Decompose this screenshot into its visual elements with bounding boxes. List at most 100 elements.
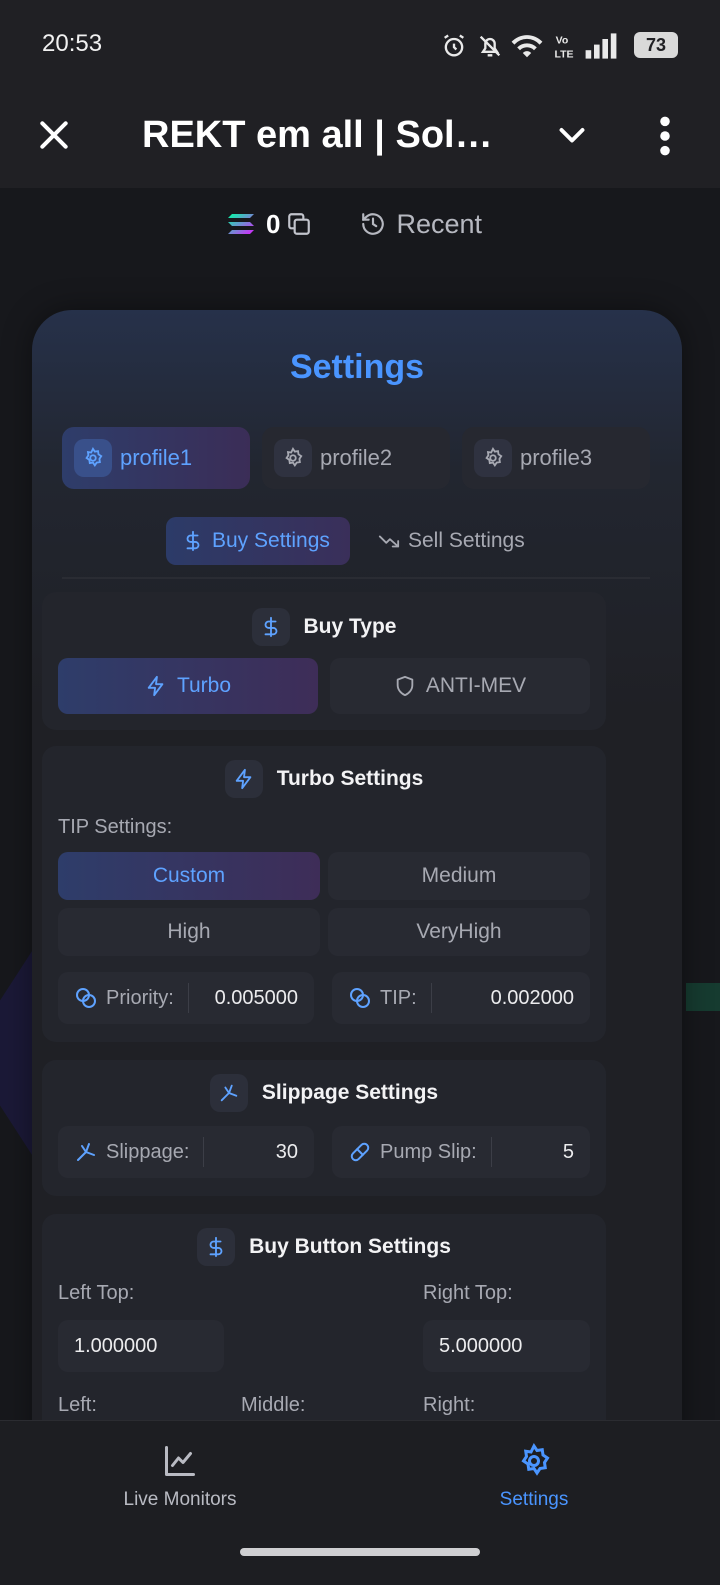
priority-value: 0.005000 (214, 986, 298, 1009)
left-top-input[interactable]: 1.000000 (58, 1320, 224, 1372)
app-bar: REKT em all | Sola... (0, 90, 720, 188)
shield-icon (396, 675, 414, 697)
alarm-icon (444, 34, 464, 57)
tip-option-high[interactable]: High (58, 908, 320, 956)
recent-button[interactable]: Recent (360, 209, 482, 240)
nav-label: Settings (499, 1489, 569, 1510)
nav-settings[interactable]: Settings (434, 1443, 634, 1511)
turbo-option[interactable]: Turbo (58, 658, 318, 714)
slippage-icon (220, 1084, 238, 1102)
tab-label: Buy Settings (212, 529, 330, 552)
battery-indicator: 73 (634, 32, 678, 58)
card-header: Buy Button Settings (42, 1228, 606, 1266)
buy-button-settings-card: Buy Button Settings Left Top: Right Top:… (42, 1214, 606, 1420)
wallet-balance: 0 (266, 208, 281, 239)
svg-text:LTE: LTE (555, 49, 574, 60)
tip-option-veryhigh[interactable]: VeryHigh (328, 908, 590, 956)
profile-tab-3[interactable]: profile3 (462, 427, 650, 489)
more-vertical-icon[interactable] (650, 114, 680, 158)
volte-icon: Vo LTE (555, 35, 574, 60)
profile-tab-2[interactable]: profile2 (262, 427, 450, 489)
gear-icon (285, 447, 303, 467)
left-top-label: Left Top: (58, 1282, 135, 1304)
pump-slip-field[interactable]: Pump Slip: 5 (332, 1126, 590, 1178)
background-decoration (686, 983, 720, 1011)
turbo-settings-card: Turbo Settings TIP Settings: Custom Medi… (42, 746, 606, 1042)
dollar-icon (209, 1236, 223, 1258)
pill-icon (350, 1142, 370, 1162)
tip-field-label: TIP: (380, 986, 417, 1009)
priority-label: Priority: (106, 986, 174, 1009)
card-title: Buy Button Settings (249, 1235, 451, 1258)
profile-tabs: profile1 profile2 profile3 (62, 427, 650, 489)
dollar-icon (264, 616, 277, 638)
card-title: Slippage Settings (261, 1081, 439, 1104)
right-top-label: Right Top: (423, 1282, 513, 1304)
status-time: 20:53 (42, 30, 103, 57)
card-title: Buy Type (303, 615, 397, 638)
recent-label: Recent (396, 208, 483, 239)
profile-tab-1[interactable]: profile1 (62, 427, 250, 489)
slippage-settings-card: Slippage Settings Slippage: 30 Pump Slip… (42, 1060, 606, 1196)
page-title: REKT em all | Sola... (142, 114, 502, 156)
tab-label: Sell Settings (408, 529, 525, 552)
profile-label: profile1 (120, 445, 193, 470)
priority-field[interactable]: Priority: 0.005000 (58, 972, 314, 1024)
gear-icon (521, 1443, 550, 1476)
content-area: 0 Recent Settings profile1 profile2 prof… (0, 188, 720, 1420)
nav-label: Live Monitors (123, 1489, 237, 1510)
home-indicator[interactable] (240, 1548, 480, 1556)
tab-sell-settings[interactable]: Sell Settings (378, 517, 525, 565)
card-header: Buy Type (42, 608, 606, 646)
bottom-nav: Live Monitors Settings (0, 1420, 720, 1536)
slippage-icon (77, 1143, 95, 1161)
right-label: Right: (423, 1394, 476, 1416)
anti-mev-option[interactable]: ANTI-MEV (330, 658, 590, 714)
left-top-value: 1.000000 (74, 1334, 158, 1357)
signal-icon (585, 33, 617, 59)
tip-option-medium[interactable]: Medium (328, 852, 590, 900)
lightning-icon (235, 768, 252, 790)
svg-text:Vo: Vo (556, 35, 569, 47)
buy-type-card: Buy Type Turbo ANTI-MEV (42, 592, 606, 730)
lightning-icon (147, 675, 164, 697)
coins-icon (350, 988, 370, 1008)
slippage-value: 30 (275, 1140, 298, 1163)
tip-value: 0.002000 (490, 986, 574, 1009)
background-decoration (0, 948, 34, 1158)
option-label: ANTI-MEV (425, 674, 527, 697)
slippage-label: Slippage: (106, 1140, 190, 1163)
profile-label: profile2 (320, 445, 393, 470)
solana-icon (228, 214, 254, 234)
card-title: Turbo Settings (276, 767, 424, 790)
coins-icon (76, 988, 96, 1008)
gesture-area (0, 1536, 720, 1585)
history-icon (362, 213, 385, 235)
tip-field[interactable]: TIP: 0.002000 (332, 972, 590, 1024)
line-chart-icon (165, 1446, 195, 1476)
left-label: Left: (58, 1394, 97, 1416)
buy-sell-tabs: Buy Settings Sell Settings (62, 505, 650, 579)
close-icon[interactable] (34, 115, 74, 155)
middle-label: Middle: (241, 1394, 306, 1416)
status-bar: 20:53 Vo LTE 73 (0, 0, 720, 90)
chevron-down-icon[interactable] (552, 118, 592, 154)
copy-icon[interactable] (286, 211, 312, 237)
option-label: Turbo (176, 674, 232, 697)
gear-icon (485, 447, 503, 467)
wallet-row: 0 Recent (226, 206, 482, 242)
tip-settings-label: TIP Settings: (58, 816, 173, 838)
tab-buy-settings[interactable]: Buy Settings (166, 517, 350, 565)
gear-icon (85, 447, 103, 467)
card-header: Slippage Settings (42, 1074, 606, 1112)
wifi-icon (511, 35, 543, 58)
dollar-icon (186, 530, 200, 552)
trending-down-icon (378, 535, 400, 548)
pump-slip-label: Pump Slip: (380, 1140, 477, 1163)
pump-slip-value: 5 (562, 1140, 574, 1163)
tip-option-custom[interactable]: Custom (58, 852, 320, 900)
nav-live-monitors[interactable]: Live Monitors (80, 1443, 280, 1511)
right-top-input[interactable]: 5.000000 (423, 1320, 590, 1372)
slippage-field[interactable]: Slippage: 30 (58, 1126, 314, 1178)
card-header: Turbo Settings (42, 760, 606, 798)
